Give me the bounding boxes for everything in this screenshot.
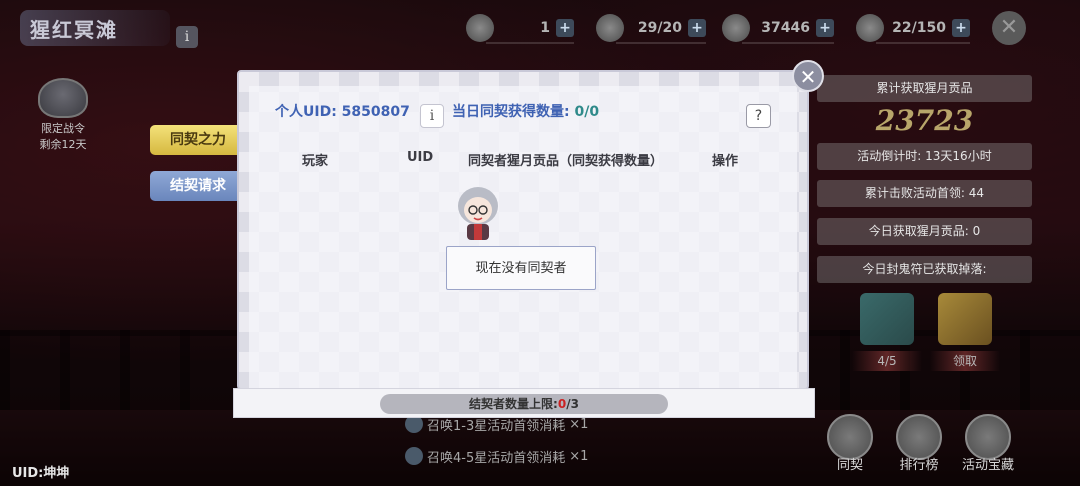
claim-button[interactable]: 领取	[930, 351, 1000, 371]
ranking-button[interactable]: 排行榜	[889, 414, 949, 473]
resource-value: 29/20	[637, 20, 682, 36]
ranking-label: 排行榜	[899, 458, 939, 473]
event-countdown: 活动倒计时: 13天16小时	[817, 143, 1032, 170]
add-feather-button[interactable]: +	[952, 19, 970, 37]
resource-stamina: 29/20 +	[596, 14, 706, 44]
event-title: 猩红冥滩	[20, 10, 170, 46]
reward-chest-icon	[938, 293, 992, 345]
empty-state-message: 现在没有同契者	[446, 246, 596, 290]
resource-feather: 22/150 +	[856, 14, 970, 44]
battle-pass-label: 限定战令	[41, 122, 85, 135]
battle-pass-remaining: 剩余12天	[39, 138, 87, 151]
daily-pact-value: 0/0	[574, 104, 600, 120]
today-drops-label: 今日封鬼符已获取掉落:	[817, 256, 1032, 283]
help-icon[interactable]: ?	[746, 104, 771, 128]
bosses-defeated: 累计击败活动首领: 44	[817, 180, 1032, 207]
scroll-icon	[466, 14, 494, 42]
daily-pact-label: 当日同契获得数量:	[452, 104, 570, 120]
summon-icon	[405, 447, 423, 465]
total-tribute-value: 23723	[875, 104, 974, 137]
pact-label: 同契	[836, 458, 863, 473]
resource-value: 22/150	[892, 20, 946, 36]
total-tribute-label: 累计获取猩月贡品	[817, 75, 1032, 102]
battle-pass-icon	[38, 78, 88, 118]
event-info-icon[interactable]: i	[176, 26, 198, 48]
summon-cost-high[interactable]: 召唤4-5星活动首领消耗 ×1	[405, 444, 588, 468]
add-stamina-button[interactable]: +	[688, 19, 706, 37]
loot-progress: 4/5	[852, 351, 922, 371]
today-tribute: 今日获取猩月贡品: 0	[817, 218, 1032, 245]
summon-cost-qty: ×1	[569, 416, 589, 432]
player-uid: UID:坤坤	[12, 466, 70, 481]
summon-cost-qty: ×1	[569, 448, 589, 464]
close-icon[interactable]: ✕	[992, 11, 1026, 45]
tab-pact-request[interactable]: 结契请求	[150, 171, 246, 201]
resource-scroll: 1 +	[466, 14, 574, 44]
treasure-label: 活动宝藏	[961, 458, 1014, 473]
add-paper-button[interactable]: +	[816, 19, 834, 37]
battle-pass-button[interactable]: 限定战令 剩余12天	[30, 78, 96, 152]
resource-paper: 37446 +	[722, 14, 834, 44]
chibi-character-icon	[458, 187, 498, 240]
event-treasure-button[interactable]: 活动宝藏	[958, 414, 1018, 473]
summon-cost-text: 召唤4-5星活动首领消耗	[427, 450, 566, 466]
daily-pact-count: 当日同契获得数量: 0/0	[452, 101, 599, 121]
pact-limit-current: 0	[557, 397, 567, 411]
column-header-player: 玩家	[302, 154, 329, 169]
pact-limit: 结契者数量上限:0/3	[380, 394, 668, 414]
pact-limit-max: /3	[566, 397, 579, 411]
pact-limit-label: 结契者数量上限:	[469, 397, 558, 411]
column-header-action: 操作	[712, 154, 739, 169]
column-header-uid: UID	[407, 150, 434, 165]
personal-uid: 个人UID: 5850807	[275, 104, 410, 120]
talisman-icon	[860, 293, 914, 345]
resource-value: 1	[540, 20, 550, 36]
feather-icon	[856, 14, 884, 42]
info-icon[interactable]: i	[420, 104, 444, 128]
column-header-tribute: 同契者猩月贡品（同契获得数量）	[468, 154, 664, 169]
add-scroll-button[interactable]: +	[556, 19, 574, 37]
resource-value: 37446	[761, 20, 810, 36]
modal-close-icon[interactable]: ✕	[792, 60, 824, 92]
stamina-icon	[596, 14, 624, 42]
pact-button[interactable]: 同契	[820, 414, 880, 473]
tab-pact-power[interactable]: 同契之力	[150, 125, 246, 155]
paper-icon	[722, 14, 750, 42]
